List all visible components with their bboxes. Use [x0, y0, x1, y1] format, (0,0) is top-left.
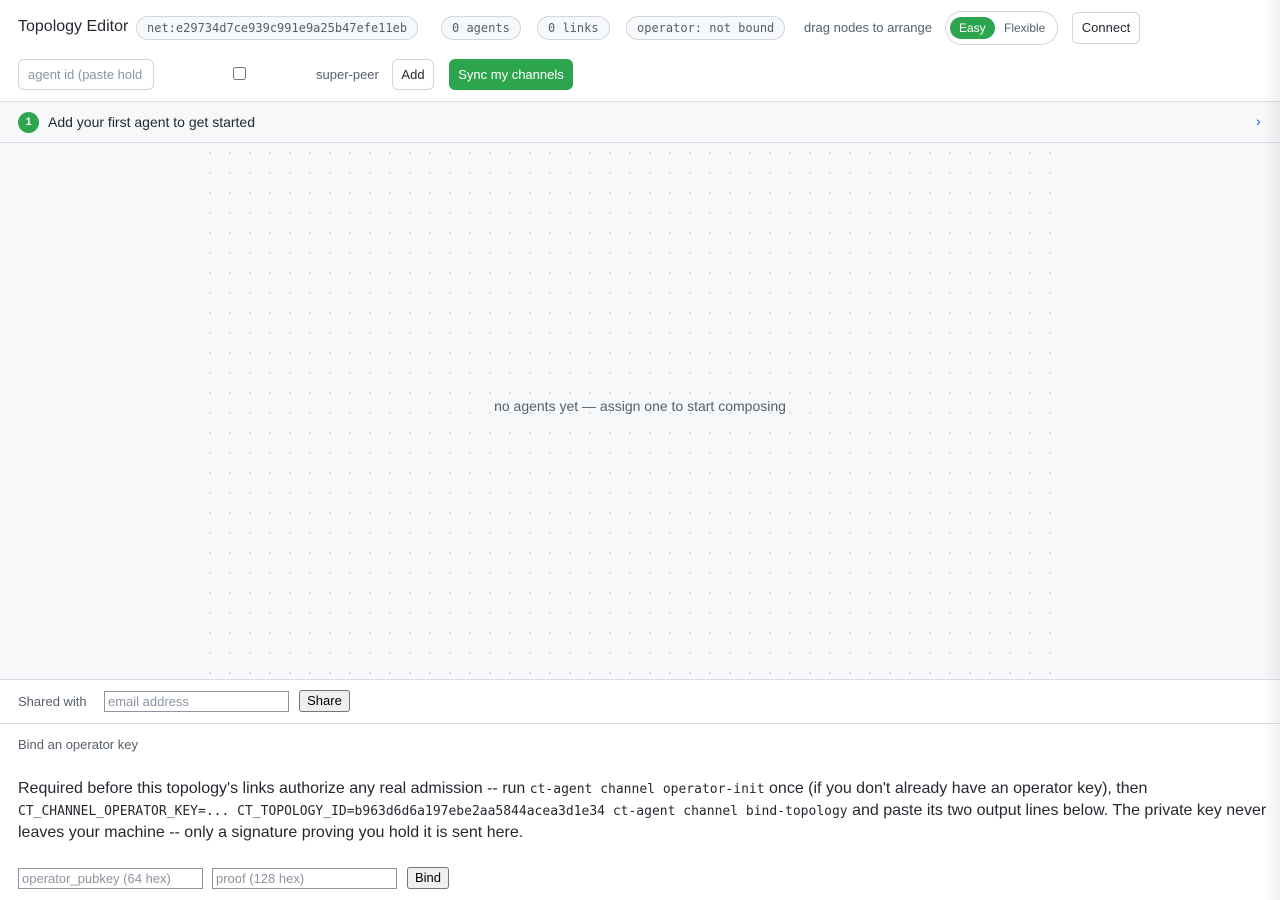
onboarding-step-text: Add your first agent to get started [48, 114, 256, 130]
toolbar: Topology Editor net:e29734d7ce939c991e9a… [0, 0, 1280, 102]
drag-hint: drag nodes to arrange [804, 20, 932, 35]
share-email-input[interactable] [104, 691, 289, 712]
super-peer-checkbox[interactable] [233, 67, 246, 80]
operator-pubkey-input[interactable] [18, 868, 203, 889]
page-title: Topology Editor [18, 18, 129, 35]
mode-toggle: Easy Flexible [945, 11, 1058, 45]
agent-id-input[interactable] [18, 59, 154, 90]
step-number-badge: 1 [18, 112, 39, 133]
links-count-badge: 0 links [537, 16, 610, 40]
chevron-right-icon[interactable]: › [1256, 113, 1261, 129]
mode-flexible-button[interactable]: Flexible [1004, 17, 1045, 39]
agents-count-badge: 0 agents [441, 16, 521, 40]
topology-canvas[interactable]: no agents yet — assign one to start comp… [0, 143, 1280, 680]
onboarding-banner[interactable]: 1 Add your first agent to get started › [0, 102, 1280, 143]
operator-status-badge: operator: not bound [626, 16, 786, 40]
bind-desc-part-1: Required before this topology's links au… [18, 780, 530, 797]
bind-topology-command: CT_CHANNEL_OPERATOR_KEY=... CT_TOPOLOGY_… [18, 804, 848, 819]
proof-input[interactable] [212, 868, 397, 889]
super-peer-label: super-peer [316, 67, 379, 82]
bind-desc-part-2: once (if you don't already have an opera… [764, 780, 1148, 797]
network-id-badge: net:e29734d7ce939c991e9a25b47efe11eb [136, 16, 419, 40]
add-agent-button[interactable]: Add [392, 59, 434, 90]
share-row: Shared with Share [0, 680, 1280, 724]
operator-init-command: ct-agent channel operator-init [529, 782, 765, 797]
bind-operator-description: Required before this topology's links au… [18, 778, 1268, 843]
shared-with-label: Shared with [18, 694, 87, 709]
bind-operator-heading: Bind an operator key [18, 737, 138, 752]
bind-button[interactable]: Bind [407, 867, 449, 889]
mode-easy-button[interactable]: Easy [950, 17, 995, 39]
share-button[interactable]: Share [299, 690, 350, 712]
empty-state-message: no agents yet — assign one to start comp… [494, 398, 786, 414]
sync-channels-button[interactable]: Sync my channels [449, 59, 573, 90]
connect-button[interactable]: Connect [1072, 12, 1140, 44]
